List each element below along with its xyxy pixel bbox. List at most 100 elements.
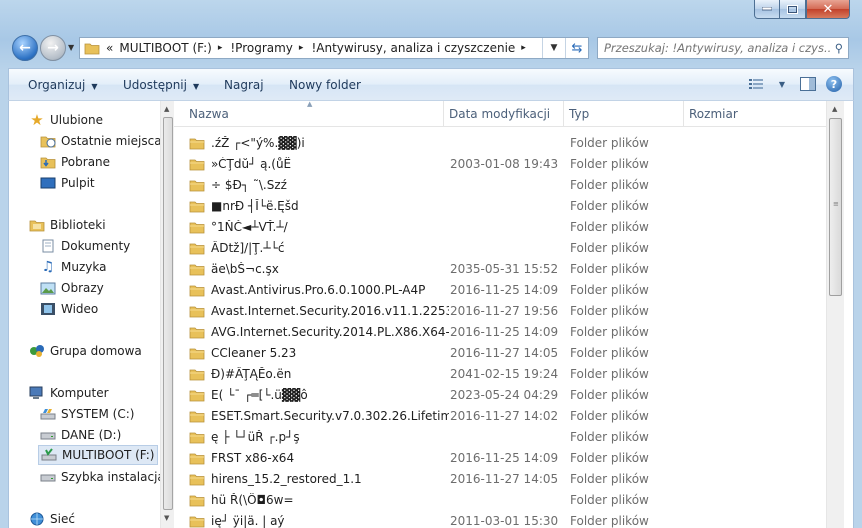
file-type: Folder plików bbox=[570, 135, 649, 150]
nav-network[interactable]: Sieć bbox=[29, 509, 75, 528]
nav-quick-install[interactable]: Szybka instalacja bbox=[40, 467, 160, 487]
breadcrumb-separator-icon[interactable]: ▸ bbox=[218, 43, 223, 53]
back-button[interactable]: ← bbox=[12, 35, 38, 61]
search-input[interactable] bbox=[604, 41, 830, 55]
file-name-cell[interactable]: FRST x86-x64 bbox=[189, 451, 449, 465]
search-box[interactable]: ⚲ bbox=[597, 37, 849, 59]
table-row[interactable]: CCleaner 5.23 2016-11-27 14:05 Folder plik… bbox=[174, 342, 826, 363]
nav-drive-f[interactable]: MULTIBOOT (F:) bbox=[38, 445, 158, 465]
file-name-cell[interactable]: ÂDtž]/|Ţ.┴└ć bbox=[189, 241, 449, 255]
table-row[interactable]: °1ŇČ◄┴VŤ.┴/ Folder plików bbox=[174, 216, 826, 237]
column-date-header[interactable]: Data modyfikacji bbox=[444, 101, 564, 126]
computer-icon bbox=[29, 385, 45, 401]
file-name-cell[interactable]: ię┘ ÿi|ä. | aý bbox=[189, 514, 449, 528]
recent-pages-dropdown[interactable]: ▼ bbox=[68, 43, 74, 52]
preview-pane-button[interactable] bbox=[797, 74, 819, 94]
breadcrumb-separator-icon[interactable]: ▸ bbox=[521, 43, 526, 53]
table-row[interactable]: Đ)#ÂŢĄĔo.ën 2041-02-15 19:24 Folder plików bbox=[174, 363, 826, 384]
table-row[interactable]: ę ├ └┘üŘ ┌.p┘ş Folder plików bbox=[174, 426, 826, 447]
scroll-down-icon[interactable]: ▼ bbox=[164, 514, 169, 522]
scroll-up-icon[interactable]: ▲ bbox=[164, 105, 169, 113]
forward-button[interactable]: → bbox=[40, 35, 66, 61]
column-type-header[interactable]: Typ bbox=[564, 101, 684, 126]
navigation-scrollbar[interactable]: ▲ ▼ bbox=[160, 101, 174, 528]
organize-button[interactable]: Organizuj ▼ bbox=[28, 78, 97, 92]
help-button[interactable]: ? bbox=[823, 74, 845, 94]
table-row[interactable]: hirens_15.2_restored_1.1 2016-11-27 14:05… bbox=[174, 468, 826, 489]
table-row[interactable]: E( └¯ ┌═[└.ü▓▓ô 2023-05-24 04:29 Folder pl… bbox=[174, 384, 826, 405]
maximize-button[interactable] bbox=[780, 0, 806, 19]
file-name-cell[interactable]: .źŽ ┌<"ý%.▓▓)i bbox=[189, 136, 449, 150]
scroll-up-icon[interactable]: ▲ bbox=[832, 105, 837, 113]
burn-button[interactable]: Nagraj bbox=[224, 78, 264, 92]
file-name-cell[interactable]: ę ├ └┘üŘ ┌.p┘ş bbox=[189, 430, 449, 444]
nav-music[interactable]: ♫ Muzyka bbox=[40, 257, 107, 277]
column-size-header[interactable]: Rozmiar bbox=[684, 101, 826, 126]
table-row[interactable]: Avast.Antivirus.Pro.6.0.1000.PL-A4P 2016-… bbox=[174, 279, 826, 300]
nav-drive-c[interactable]: SYSTEM (C:) bbox=[40, 404, 134, 424]
nav-downloads[interactable]: Pobrane bbox=[40, 152, 110, 172]
file-list-scrollbar-thumb[interactable]: ≡ bbox=[829, 118, 842, 296]
file-list-scrollbar[interactable]: ▲ ≡ bbox=[826, 101, 844, 528]
nav-videos[interactable]: Wideo bbox=[40, 299, 98, 319]
file-name-cell[interactable]: °1ŇČ◄┴VŤ.┴/ bbox=[189, 220, 449, 234]
table-row[interactable]: AVG.Internet.Security.2014.PL.X86.X64-Kr… bbox=[174, 321, 826, 342]
breadcrumb-separator-icon[interactable]: ▸ bbox=[299, 43, 304, 53]
file-name-cell[interactable]: hirens_15.2_restored_1.1 bbox=[189, 472, 449, 486]
table-row[interactable]: ESET.Smart.Security.v7.0.302.26.Lifetime… bbox=[174, 405, 826, 426]
column-name-header[interactable]: Nazwa bbox=[184, 101, 444, 126]
address-actions: ▼ ⇆ bbox=[542, 38, 588, 58]
view-options-dropdown[interactable]: ▼ bbox=[771, 74, 793, 94]
table-row[interactable]: ÂDtž]/|Ţ.┴└ć Folder plików bbox=[174, 237, 826, 258]
file-name-cell[interactable]: E( └¯ ┌═[└.ü▓▓ô bbox=[189, 388, 449, 402]
nav-homegroup[interactable]: Grupa domowa bbox=[29, 341, 142, 361]
breadcrumb-overflow[interactable]: « bbox=[106, 41, 113, 55]
file-type: Folder plików bbox=[570, 282, 649, 297]
file-name-cell[interactable]: ■nrĐ ┤Ĭ└ë.Ęšd bbox=[189, 199, 449, 213]
change-view-button[interactable] bbox=[745, 74, 767, 94]
address-history-button[interactable]: ▼ bbox=[542, 38, 565, 58]
downloads-icon bbox=[40, 154, 56, 170]
refresh-button[interactable]: ⇆ bbox=[565, 38, 588, 58]
nav-drive-d[interactable]: DANE (D:) bbox=[40, 425, 121, 445]
search-icon[interactable]: ⚲ bbox=[830, 41, 848, 55]
breadcrumb-drive[interactable]: MULTIBOOT (F:) bbox=[119, 41, 211, 55]
file-name: Avast.Internet.Security.2016.v11.1.2253-… bbox=[211, 303, 449, 318]
navigation-scrollbar-thumb[interactable] bbox=[163, 117, 173, 510]
address-bar[interactable]: « MULTIBOOT (F:) ▸ !Programy ▸ !Antywiru… bbox=[79, 37, 589, 59]
table-row[interactable]: FRST x86-x64 2016-11-25 14:09 Folder plikó… bbox=[174, 447, 826, 468]
table-row[interactable]: ÷ $Đ┐ ˜\.Szź Folder plików bbox=[174, 174, 826, 195]
file-name-cell[interactable]: Avast.Antivirus.Pro.6.0.1000.PL-A4P bbox=[189, 283, 449, 297]
table-row[interactable]: .źŽ ┌<"ý%.▓▓)i Folder plików bbox=[174, 132, 826, 153]
new-folder-button[interactable]: Nowy folder bbox=[289, 78, 361, 92]
file-name-cell[interactable]: hü Ř(\Ö◘6w= bbox=[189, 493, 449, 507]
table-row[interactable]: ■nrĐ ┤Ĭ└ë.Ęšd Folder plików bbox=[174, 195, 826, 216]
nav-desktop[interactable]: Pulpit bbox=[40, 173, 95, 193]
breadcrumb-programy[interactable]: !Programy bbox=[230, 41, 293, 55]
file-name-cell[interactable]: äe\bŠ¬c.şx bbox=[189, 262, 449, 276]
file-name-cell[interactable]: Avast.Internet.Security.2016.v11.1.2253-… bbox=[189, 304, 449, 318]
nav-computer-label: Komputer bbox=[50, 386, 109, 400]
nav-recent-places[interactable]: Ostatnie miejsca bbox=[40, 131, 160, 151]
nav-libraries[interactable]: Biblioteki bbox=[29, 215, 106, 235]
breadcrumb-current-folder[interactable]: !Antywirusy, analiza i czyszczenie bbox=[311, 41, 515, 55]
close-button[interactable]: ✕ bbox=[806, 0, 850, 19]
file-name-cell[interactable]: ESET.Smart.Security.v7.0.302.26.Lifetime… bbox=[189, 409, 449, 423]
nav-computer[interactable]: Komputer bbox=[29, 383, 109, 403]
share-button[interactable]: Udostępnij ▼ bbox=[123, 78, 199, 92]
file-name-cell[interactable]: AVG.Internet.Security.2014.PL.X86.X64-Kr… bbox=[189, 325, 449, 339]
file-name-cell[interactable]: ÷ $Đ┐ ˜\.Szź bbox=[189, 178, 449, 192]
file-name-cell[interactable]: Đ)#ÂŢĄĔo.ën bbox=[189, 367, 449, 381]
minimize-button[interactable] bbox=[754, 0, 780, 19]
table-row[interactable]: hü Ř(\Ö◘6w= Folder plików bbox=[174, 489, 826, 510]
nav-pictures[interactable]: Obrazy bbox=[40, 278, 104, 298]
table-row[interactable]: Avast.Internet.Security.2016.v11.1.2253-… bbox=[174, 300, 826, 321]
file-name-cell[interactable]: »ĆŢdŭ┘ ą.(ůË bbox=[189, 157, 449, 171]
table-row[interactable]: äe\bŠ¬c.şx 2035-05-31 15:52 Folder plików bbox=[174, 258, 826, 279]
table-row[interactable]: »ĆŢdŭ┘ ą.(ůË 2003-01-08 19:43 Folder plikó… bbox=[174, 153, 826, 174]
table-row[interactable]: ię┘ ÿi|ä. | aý 2011-03-01 15:30 Folder pli… bbox=[174, 510, 826, 528]
nav-documents[interactable]: Dokumenty bbox=[40, 236, 130, 256]
nav-favorites[interactable]: ★ Ulubione bbox=[29, 110, 103, 130]
file-name-cell[interactable]: CCleaner 5.23 bbox=[189, 346, 449, 360]
file-date: 2016-11-27 19:56 bbox=[450, 303, 559, 318]
